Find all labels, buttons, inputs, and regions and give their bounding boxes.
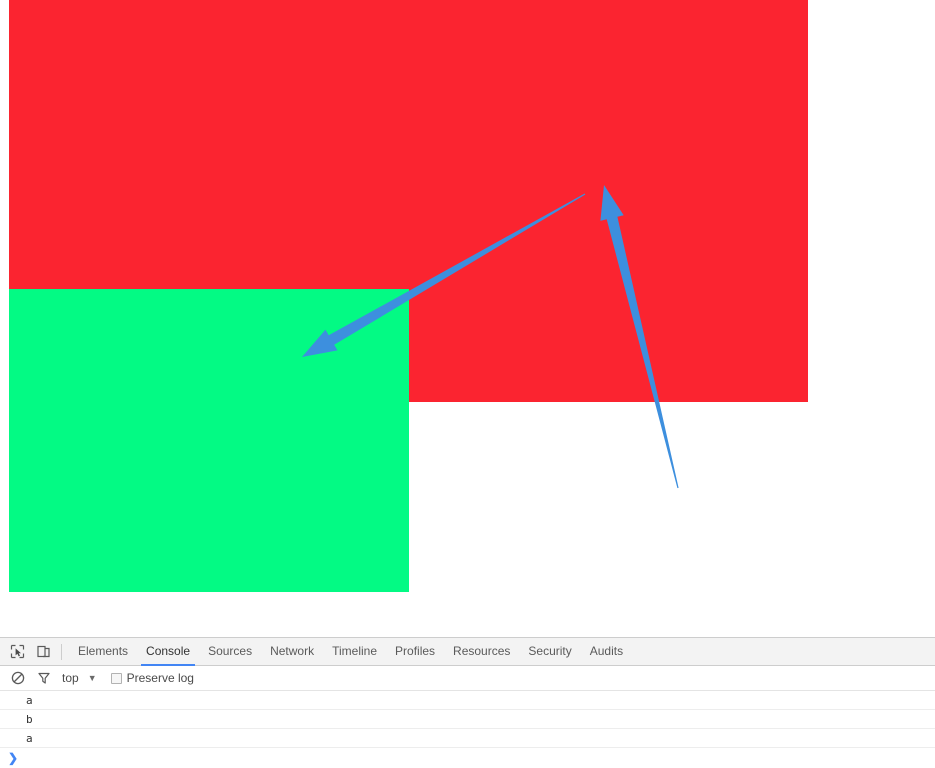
console-message[interactable]: b (0, 710, 935, 729)
tab-network[interactable]: Network (261, 639, 323, 665)
green-rectangle (9, 289, 409, 592)
page-viewport (0, 0, 935, 637)
devtools-panel: Elements Console Sources Network Timelin… (0, 637, 935, 768)
tab-elements[interactable]: Elements (69, 639, 137, 665)
tab-console[interactable]: Console (137, 639, 199, 665)
console-message-list: a b a ❯ (0, 691, 935, 767)
prompt-caret-icon: ❯ (8, 752, 18, 764)
tab-audits[interactable]: Audits (581, 639, 632, 665)
console-prompt-input[interactable] (18, 748, 935, 767)
device-toolbar-icon[interactable] (30, 639, 56, 665)
tab-resources[interactable]: Resources (444, 639, 519, 665)
chevron-down-icon: ▼ (88, 674, 97, 683)
toolbar-divider (61, 644, 62, 660)
tab-profiles[interactable]: Profiles (386, 639, 444, 665)
execution-context-selector[interactable]: top ▼ (62, 671, 97, 685)
clear-console-icon[interactable] (8, 668, 28, 688)
tab-timeline[interactable]: Timeline (323, 639, 386, 665)
console-message[interactable]: a (0, 729, 935, 748)
inspect-cursor-icon[interactable] (4, 639, 30, 665)
preserve-log-label: Preserve log (127, 671, 194, 685)
execution-context-label: top (62, 671, 79, 685)
console-message[interactable]: a (0, 691, 935, 710)
tab-sources[interactable]: Sources (199, 639, 261, 665)
console-prompt-row[interactable]: ❯ (0, 748, 935, 767)
tab-security[interactable]: Security (519, 639, 580, 665)
preserve-log-box[interactable] (111, 673, 122, 684)
console-filter-bar: top ▼ Preserve log (0, 666, 935, 691)
filter-funnel-icon[interactable] (34, 668, 54, 688)
preserve-log-checkbox[interactable]: Preserve log (111, 671, 194, 685)
devtools-tabbar: Elements Console Sources Network Timelin… (0, 638, 935, 666)
